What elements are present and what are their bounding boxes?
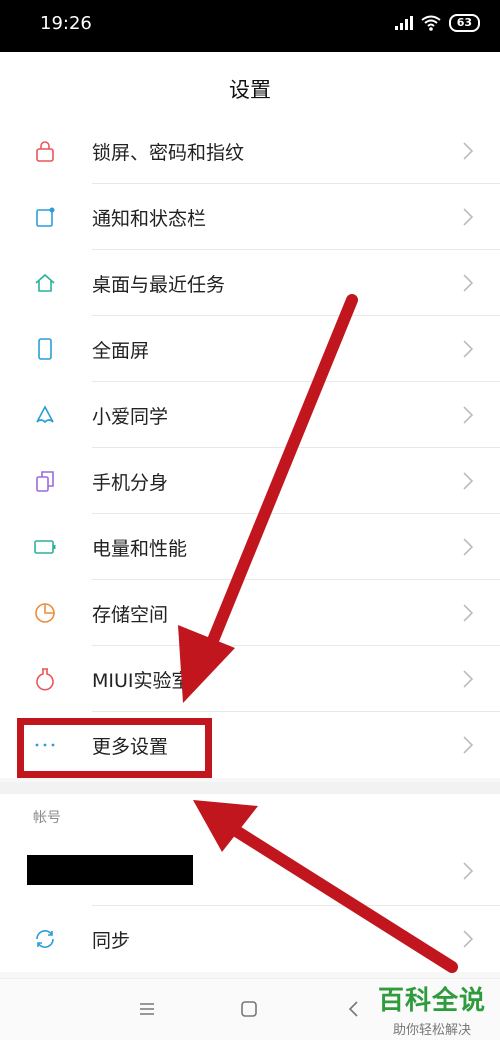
watermark: 百科全说 助你轻松解决 (378, 980, 486, 1038)
watermark-title: 百科全说 (377, 986, 486, 1016)
watermark-subtitle: 助你轻松解决 (392, 1023, 471, 1038)
arrow-down-icon (178, 294, 358, 703)
arrow-up-left-icon (193, 800, 458, 973)
annotation-arrows (178, 294, 458, 973)
